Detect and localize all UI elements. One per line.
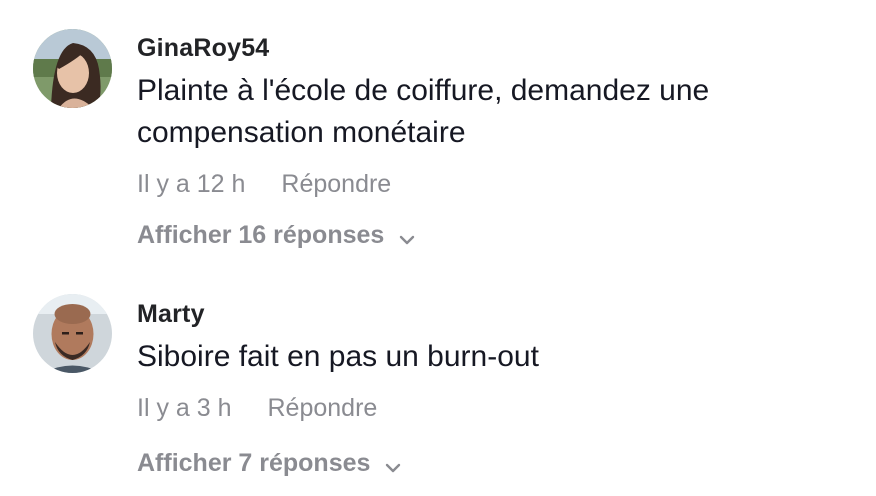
view-replies-button[interactable]: Afficher 7 réponses: [137, 449, 402, 478]
chevron-down-icon: [384, 455, 402, 473]
avatar[interactable]: [33, 294, 112, 373]
comment-meta: Il y a 3 h Répondre: [137, 394, 377, 423]
comment-meta: Il y a 12 h Répondre: [137, 170, 391, 199]
comment-item: GinaRoy54 Plainte à l'école de coiffure,…: [0, 0, 876, 270]
comment-text: Plainte à l'école de coiffure, demandez …: [137, 74, 710, 149]
reply-button[interactable]: Répondre: [268, 394, 378, 422]
reply-button[interactable]: Répondre: [281, 170, 391, 198]
avatar[interactable]: [33, 29, 112, 108]
comment-timestamp: Il y a 3 h: [137, 394, 232, 422]
comment-username[interactable]: Marty: [137, 300, 205, 329]
avatar-image: [33, 29, 112, 108]
comment-text: Siboire fait en pas un burn-out: [137, 340, 539, 373]
view-replies-label: Afficher 7 réponses: [137, 449, 371, 477]
comment-timestamp: Il y a 12 h: [137, 170, 246, 198]
comment-username[interactable]: GinaRoy54: [137, 34, 269, 63]
chevron-down-icon: [398, 227, 416, 245]
view-replies-button[interactable]: Afficher 16 réponses: [137, 221, 416, 250]
view-replies-label: Afficher 16 réponses: [137, 221, 385, 249]
avatar-image: [33, 294, 112, 373]
comment-item: Marty Siboire fait en pas un burn-out Il…: [0, 270, 876, 496]
